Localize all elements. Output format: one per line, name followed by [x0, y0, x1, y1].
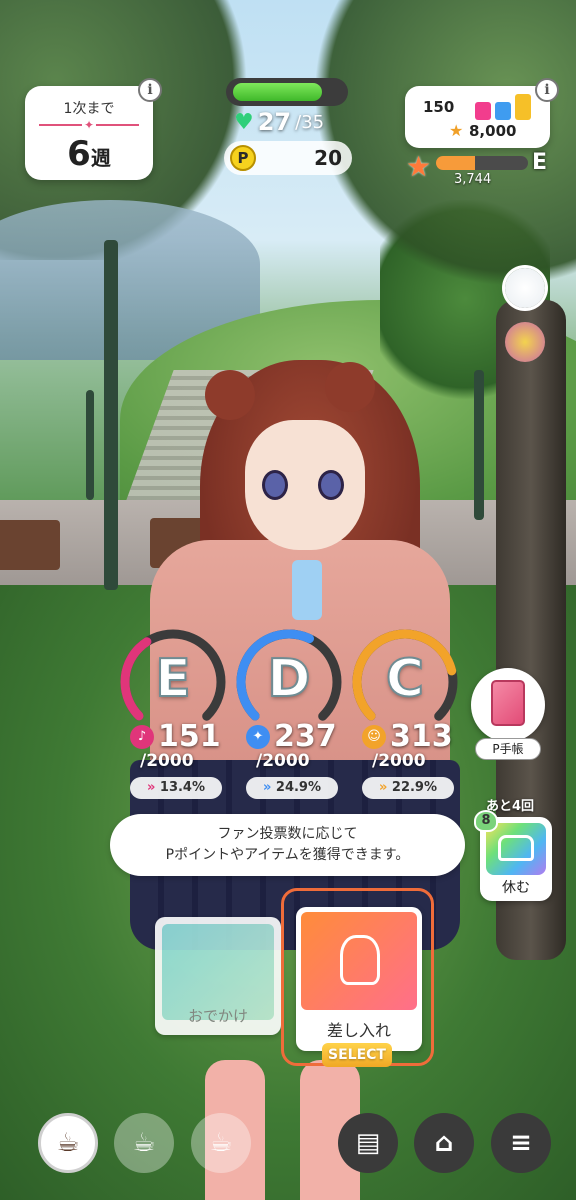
gift-button[interactable]: 差し入れ — [296, 907, 422, 1051]
item-count: 150 — [423, 98, 455, 116]
document-icon: ▤ — [355, 1128, 381, 1158]
p-points-value: 20 — [314, 146, 342, 170]
shop-button[interactable]: ⌂ — [414, 1113, 474, 1173]
stat-growth-rate: » 24.9% — [246, 777, 338, 799]
gift-bag-icon — [340, 935, 380, 985]
pink-item-icon — [475, 102, 491, 120]
p-notebook-button[interactable]: P手帳 — [471, 668, 545, 760]
shop-bag-icon: ⌂ — [434, 1128, 454, 1158]
rest-label: 休む — [502, 880, 530, 896]
stat-values: ☺ 313 — [362, 719, 453, 754]
menu-button[interactable]: ≡ — [491, 1113, 551, 1173]
rank-star-icon: ★ — [406, 150, 432, 183]
iced-coffee-icon: ☕ — [56, 1128, 80, 1158]
empty-drink-slot[interactable]: ☕ — [191, 1113, 251, 1173]
stat-grade: D — [266, 648, 311, 710]
cup-icon: ☕ — [209, 1128, 233, 1158]
cup-icon: ☕ — [132, 1128, 156, 1158]
rank-progress-fill — [436, 156, 475, 170]
hamburger-menu-icon: ≡ — [510, 1128, 532, 1158]
sparkle-icon: ✦ — [81, 118, 97, 132]
character-hair-bun — [205, 370, 255, 420]
park-bench — [0, 520, 60, 570]
weeks-unit: 週 — [90, 146, 111, 170]
yellow-item-icon — [515, 94, 531, 120]
hint-line-2: Pポイントやアイテムを獲得できます。 — [165, 847, 410, 863]
stat-grade: C — [385, 648, 425, 710]
growth-value: 13.4% — [159, 780, 206, 795]
star-score: 8,000 — [469, 122, 517, 140]
gift-label: 差し入れ — [326, 1021, 391, 1040]
stat-growth-rate: » 13.4% — [130, 777, 222, 799]
dance-icon: ✦ — [246, 724, 270, 749]
stat-value: 237 — [274, 719, 337, 754]
growth-arrow-icon: » — [378, 780, 388, 795]
growth-arrow-icon: » — [146, 780, 156, 795]
notebook-icon — [491, 680, 525, 726]
stat-growth-rate: » 22.9% — [362, 777, 454, 799]
info-icon[interactable]: i — [138, 78, 162, 102]
select-tag: SELECT — [322, 1043, 392, 1067]
p-coin-icon: P — [230, 145, 256, 171]
weeks-number: 6 — [67, 134, 91, 174]
street-lamp — [104, 240, 118, 590]
empty-drink-slot[interactable]: ☕ — [114, 1113, 174, 1173]
stamina-bar — [226, 78, 348, 106]
p-notebook-label: P手帳 — [475, 738, 541, 760]
star-icon: ★ — [449, 121, 464, 140]
heart-icon: ♥ — [234, 109, 254, 135]
stamina-bar-fill — [233, 83, 322, 101]
stat-grade: E — [154, 648, 192, 710]
stamina-readout: ♥ 27 /35 — [234, 108, 324, 136]
stamina-max: /35 — [295, 111, 325, 133]
street-lamp — [86, 390, 94, 500]
stat-values: ♪ 151 — [130, 719, 221, 754]
divider: ✦ — [39, 118, 139, 132]
fan-rank[interactable]: ★ E 3,744 — [406, 150, 556, 190]
outing-label: おでかけ — [187, 1007, 248, 1025]
rank-points: 3,744 — [454, 172, 492, 187]
hint-tooltip: ファン投票数に応じて Pポイントやアイテムを獲得できます。 — [110, 814, 465, 876]
rank-progress-bar — [436, 156, 528, 170]
visual-icon: ☺ — [362, 724, 386, 749]
p-points-pill: P 20 — [224, 141, 352, 175]
sneakers-item-icon[interactable] — [505, 268, 545, 308]
stat-max: /2000 — [140, 751, 194, 771]
items-card[interactable]: 150 ★ 8,000 — [405, 86, 550, 148]
street-lamp — [474, 370, 484, 520]
character-hair-bun — [325, 362, 375, 412]
stat-max: /2000 — [256, 751, 310, 771]
weeks-until-value: 6週 — [25, 134, 153, 174]
stamina-current: 27 — [257, 108, 292, 136]
schedule-button[interactable]: ▤ — [338, 1113, 398, 1173]
rest-remaining: あと4回 — [486, 799, 535, 814]
stat-values: ✦ 237 — [246, 719, 337, 754]
growth-value: 24.9% — [275, 780, 322, 795]
drink-item-button[interactable]: ☕ — [38, 1113, 98, 1173]
character-eye — [318, 470, 344, 500]
mic-icon: ♪ — [130, 724, 154, 749]
stat-value: 313 — [390, 719, 453, 754]
blue-item-icon — [495, 102, 511, 120]
character-ribbon — [292, 560, 322, 620]
info-icon[interactable]: i — [535, 78, 559, 102]
hint-line-1: ファン投票数に応じて — [217, 826, 358, 842]
growth-value: 22.9% — [391, 780, 438, 795]
charm-item-icon[interactable] — [505, 322, 545, 362]
stat-max: /2000 — [372, 751, 426, 771]
outing-button[interactable]: おでかけ — [155, 917, 281, 1035]
heart-badge: 8 — [474, 810, 498, 832]
sofa-icon — [498, 835, 534, 861]
stat-value: 151 — [158, 719, 221, 754]
weeks-until-label: 1次まで — [63, 101, 115, 117]
growth-arrow-icon: » — [262, 780, 272, 795]
rank-letter: E — [532, 150, 548, 175]
weeks-until-card[interactable]: 1次まで ✦ 6週 — [25, 86, 153, 180]
character-eye — [262, 470, 288, 500]
